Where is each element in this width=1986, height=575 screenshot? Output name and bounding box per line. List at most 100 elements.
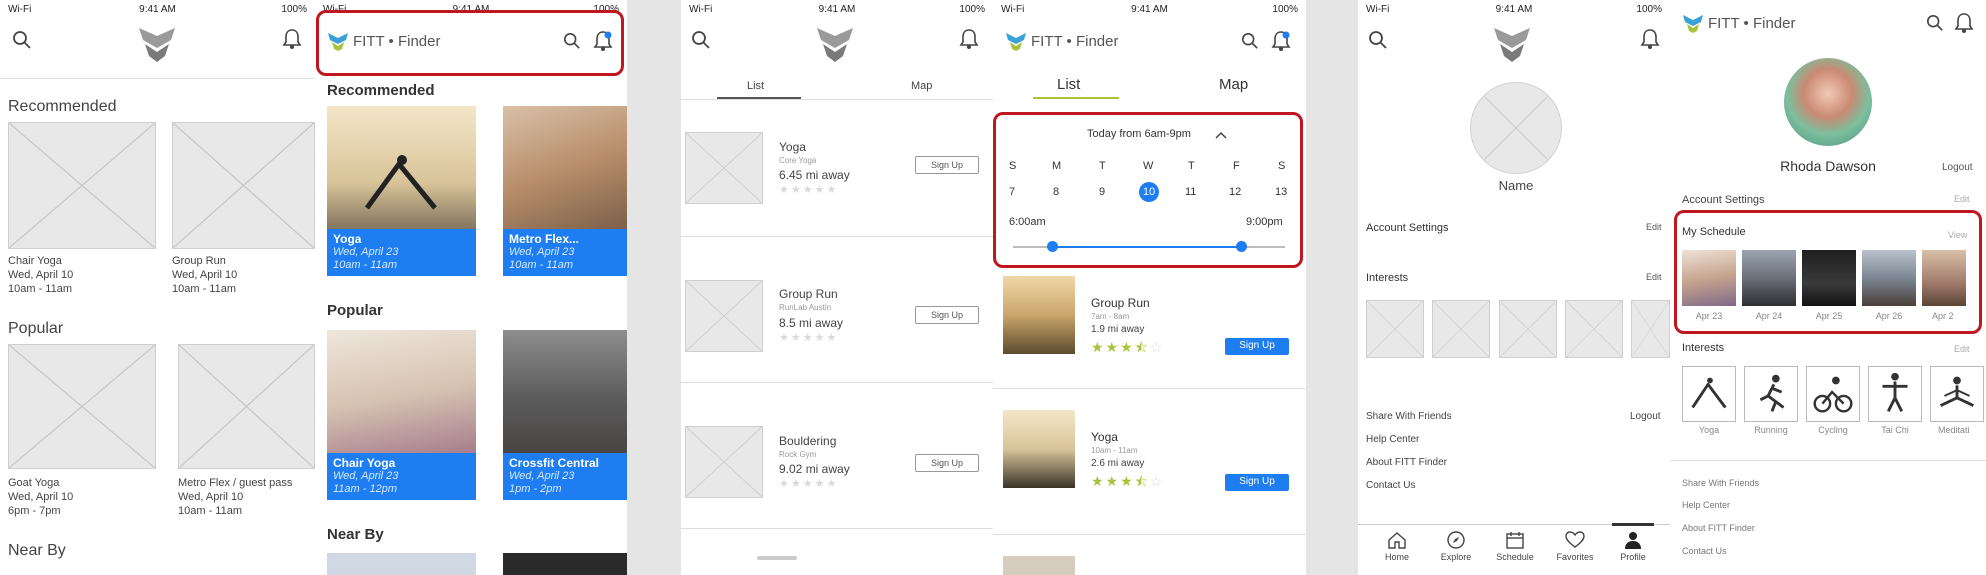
share-with-friends-link[interactable]: Share With Friends: [1682, 478, 1759, 488]
class-name: Group Run: [172, 255, 226, 267]
bell-icon[interactable]: [1954, 12, 1974, 34]
sign-up-button[interactable]: Sign Up: [915, 306, 979, 324]
about-link[interactable]: About FITT Finder: [1366, 457, 1447, 468]
class-date: Wed, April 23: [509, 470, 575, 482]
sign-up-button[interactable]: Sign Up: [1225, 474, 1289, 491]
avatar-placeholder[interactable]: [1470, 82, 1562, 174]
search-icon[interactable]: [691, 30, 711, 50]
tab-map[interactable]: Map: [911, 80, 932, 92]
search-icon[interactable]: [12, 30, 32, 50]
interest-yoga[interactable]: [1682, 366, 1736, 422]
divider: [0, 78, 315, 79]
bell-icon[interactable]: [1640, 28, 1660, 50]
interest-meditation[interactable]: [1930, 366, 1984, 422]
image-placeholder[interactable]: [8, 122, 156, 249]
bell-icon[interactable]: [1271, 30, 1291, 52]
search-icon[interactable]: [1368, 30, 1388, 50]
class-name: Yoga: [333, 232, 362, 246]
tab-list[interactable]: List: [1057, 76, 1080, 93]
account-settings-label[interactable]: Account Settings: [1366, 222, 1449, 234]
logout-link[interactable]: Logout: [1942, 162, 1973, 173]
class-time: 11am - 12pm: [333, 483, 397, 495]
contact-us-link[interactable]: Contact Us: [1366, 480, 1415, 491]
card-caption: Chair Yoga Wed, April 10 10am - 11am: [8, 254, 73, 296]
contact-us-link[interactable]: Contact Us: [1682, 546, 1727, 556]
image-placeholder[interactable]: [8, 344, 156, 469]
interest-label: Meditati: [1938, 425, 1970, 435]
edit-link[interactable]: Edit: [1646, 272, 1662, 282]
card-caption: Goat Yoga Wed, April 10 6pm - 7pm: [8, 476, 73, 518]
divider: [681, 99, 993, 100]
list-item-title: Yoga: [779, 140, 806, 154]
help-center-link[interactable]: Help Center: [1366, 434, 1419, 445]
class-date: Wed, April 23: [333, 470, 399, 482]
highlight-box: [1674, 210, 1982, 334]
nearby-card[interactable]: [503, 553, 627, 575]
bell-icon[interactable]: [282, 28, 302, 50]
class-card[interactable]: Yoga Wed, April 23 10am - 11am: [327, 106, 476, 276]
edit-link[interactable]: Edit: [1646, 222, 1662, 232]
clock: 9:41 AM: [1495, 4, 1533, 15]
tai-chi-icon: [1882, 372, 1908, 412]
interest-tai-chi[interactable]: [1868, 366, 1922, 422]
list-item-title: Group Run: [779, 287, 838, 301]
screen-hifi-list: Wi-Fi 9:41 AM 100% FITT • Finder List Ma…: [993, 0, 1306, 575]
interest-running[interactable]: [1744, 366, 1798, 422]
share-with-friends-link[interactable]: Share With Friends: [1366, 411, 1452, 422]
tab-explore[interactable]: Explore: [1431, 530, 1481, 562]
tab-home[interactable]: Home: [1372, 530, 1422, 562]
class-date: Wed, April 23: [509, 246, 575, 258]
interest-placeholder[interactable]: [1366, 300, 1424, 358]
class-card[interactable]: Metro Flex... Wed, April 23 10am - 11am: [503, 106, 627, 276]
nearby-card[interactable]: [327, 553, 476, 575]
screen-hifi-home: Wi-Fi 9:41 AM 100% FITT • Finder Recomme…: [315, 0, 627, 575]
section-title-popular: Popular: [327, 302, 383, 319]
account-settings-label[interactable]: Account Settings: [1682, 194, 1765, 206]
tab-schedule[interactable]: Schedule: [1490, 530, 1540, 562]
status-bar: Wi-Fi 9:41 AM 100%: [1358, 0, 1670, 20]
tab-favorites[interactable]: Favorites: [1550, 530, 1600, 562]
interest-label: Tai Chi: [1881, 425, 1909, 435]
sign-up-button[interactable]: Sign Up: [915, 454, 979, 472]
tab-label: Schedule: [1496, 552, 1534, 562]
sign-up-button[interactable]: Sign Up: [1225, 338, 1289, 355]
tab-label: Favorites: [1556, 552, 1594, 562]
search-icon[interactable]: [1241, 32, 1259, 50]
class-time: 10am - 11am: [509, 259, 573, 271]
tab-list[interactable]: List: [747, 80, 764, 92]
class-card[interactable]: Chair Yoga Wed, April 23 11am - 12pm: [327, 330, 476, 500]
class-name: Metro Flex...: [509, 232, 580, 246]
logout-link[interactable]: Logout: [1630, 411, 1661, 422]
rating-stars: ★★★★★: [779, 478, 839, 490]
tab-profile[interactable]: Profile: [1608, 530, 1658, 562]
section-title-recommended: Recommended: [327, 82, 435, 99]
tab-map[interactable]: Map: [1219, 76, 1248, 93]
scroll-indicator[interactable]: [757, 556, 797, 560]
list-item-time: 7am - 8am: [1091, 312, 1130, 321]
app-logo-icon: [817, 28, 853, 62]
brand-logo-icon: [1683, 15, 1703, 33]
edit-link[interactable]: Edit: [1954, 344, 1970, 354]
sign-up-button[interactable]: Sign Up: [915, 156, 979, 174]
meditation-icon: [1940, 376, 1974, 407]
image-placeholder[interactable]: [178, 344, 315, 469]
interest-cycling[interactable]: [1806, 366, 1860, 422]
edit-link[interactable]: Edit: [1954, 194, 1970, 204]
class-card[interactable]: Crossfit Central Wed, April 23 1pm - 2pm: [503, 330, 627, 500]
next-item-thumbnail: [1003, 556, 1075, 575]
avatar[interactable]: [1784, 58, 1872, 146]
bell-icon[interactable]: [959, 28, 979, 50]
interest-placeholder[interactable]: [1432, 300, 1490, 358]
image-placeholder[interactable]: [172, 122, 315, 249]
section-title-nearby: Near By: [327, 526, 384, 543]
about-link[interactable]: About FITT Finder: [1682, 523, 1755, 533]
card-caption: Yoga Wed, April 23 10am - 11am: [327, 229, 476, 276]
active-tab-indicator: [1612, 523, 1654, 526]
help-center-link[interactable]: Help Center: [1682, 500, 1730, 510]
list-item-distance: 6.45 mi away: [779, 168, 850, 182]
search-icon[interactable]: [1926, 14, 1944, 32]
battery-status: 100%: [1272, 4, 1298, 15]
interest-placeholder[interactable]: [1565, 300, 1623, 358]
interest-placeholder[interactable]: [1499, 300, 1557, 358]
interest-placeholder[interactable]: [1631, 300, 1670, 358]
